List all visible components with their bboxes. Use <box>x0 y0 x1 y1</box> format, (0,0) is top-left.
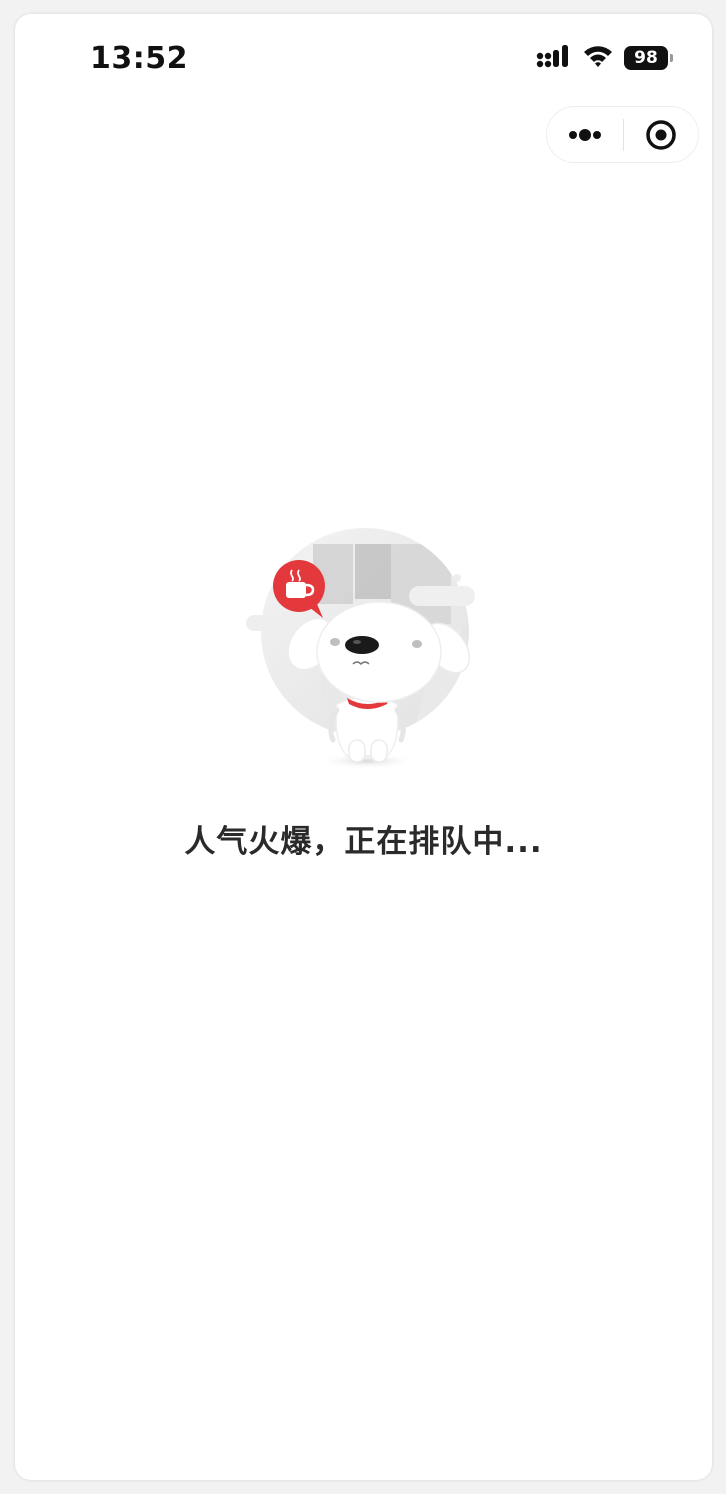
phone-screen: 13:52 98 人气火爆，正在排队中... <box>15 14 712 1480</box>
close-button[interactable] <box>624 107 698 162</box>
more-button[interactable] <box>547 107 623 162</box>
status-icons: 98 <box>536 44 673 72</box>
more-dots-icon <box>569 129 601 141</box>
battery-icon: 98 <box>624 46 673 70</box>
queue-status-message: 人气火爆，正在排队中... <box>184 824 543 860</box>
mascot-dog-waiting-icon <box>241 514 491 774</box>
close-target-icon <box>646 120 676 150</box>
wifi-icon <box>582 44 614 72</box>
mini-program-capsule <box>546 106 699 163</box>
status-time: 13:52 <box>90 41 188 76</box>
status-bar: 13:52 98 <box>15 14 712 104</box>
cellular-signal-icon <box>536 44 572 72</box>
